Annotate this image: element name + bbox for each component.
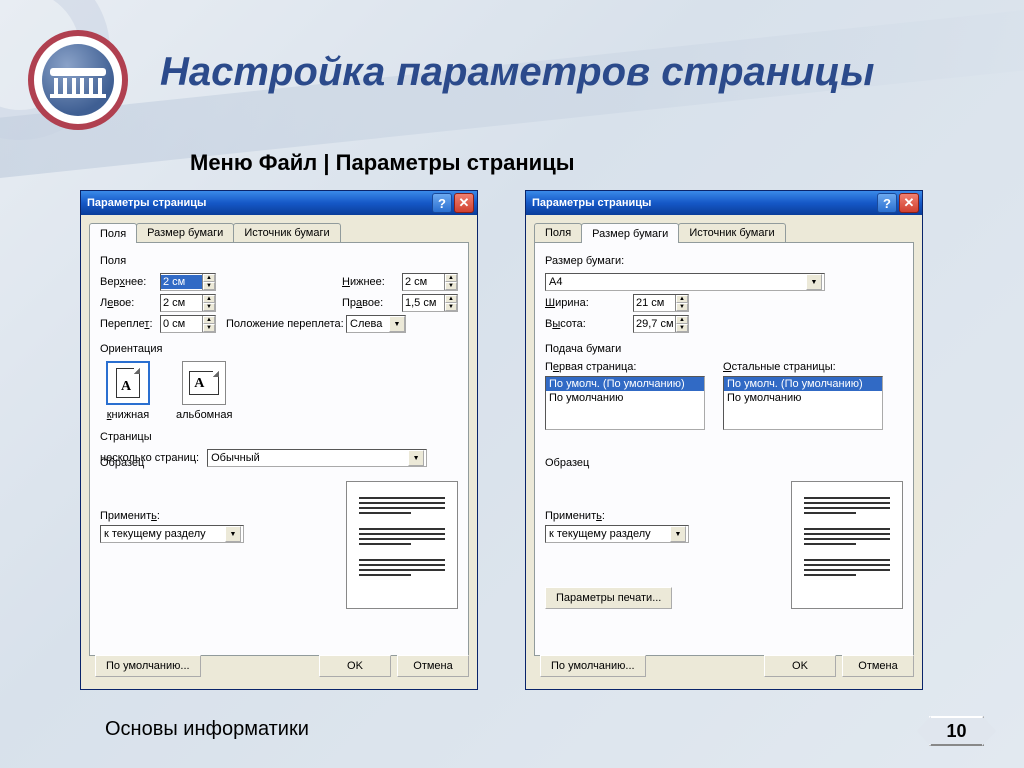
default-button[interactable]: По умолчанию... <box>540 655 646 677</box>
default-button[interactable]: По умолчанию... <box>95 655 201 677</box>
label-other-pages: Остальные страницы: <box>723 361 883 373</box>
input-margin-bottom[interactable]: ▲▼ <box>402 273 458 291</box>
list-item[interactable]: По умолчанию <box>546 391 704 405</box>
group-orientation-title: Ориентация <box>100 343 458 355</box>
chevron-down-icon: ▼ <box>670 526 686 542</box>
tab-paper-size[interactable]: Размер бумаги <box>581 223 679 243</box>
group-margins-title: Поля <box>100 255 458 267</box>
slide-title: Настройка параметров страницы <box>160 50 874 95</box>
group-feed-title: Подача бумаги <box>545 343 903 355</box>
tab-paper-size[interactable]: Размер бумаги <box>136 223 234 242</box>
input-margin-right[interactable]: ▲▼ <box>402 294 458 312</box>
close-icon[interactable]: ✕ <box>899 193 919 213</box>
label-first-page: Первая страница: <box>545 361 705 373</box>
combo-paper-size[interactable]: ▼ <box>545 273 825 291</box>
chevron-down-icon: ▼ <box>225 526 241 542</box>
label-left: Левое: <box>100 297 160 309</box>
label-bottom: Нижнее: <box>342 276 402 288</box>
page-preview <box>346 481 458 609</box>
list-other-pages[interactable]: По умолч. (По умолчанию) По умолчанию <box>723 376 883 430</box>
chevron-down-icon: ▼ <box>408 450 424 466</box>
orientation-landscape[interactable]: A альбомная <box>176 361 232 421</box>
label-apply: Применить: <box>100 510 244 522</box>
input-width[interactable]: ▲▼ <box>633 294 689 312</box>
group-sample-title: Образец <box>100 457 144 469</box>
cancel-button[interactable]: Отмена <box>842 655 914 677</box>
combo-apply-to[interactable]: ▼ <box>100 525 244 543</box>
titlebar[interactable]: Параметры страницы ? ✕ <box>81 191 477 215</box>
titlebar[interactable]: Параметры страницы ? ✕ <box>526 191 922 215</box>
list-item[interactable]: По умолч. (По умолчанию) <box>724 377 882 391</box>
tab-fields[interactable]: Поля <box>89 223 137 243</box>
list-item[interactable]: По умолч. (По умолчанию) <box>546 377 704 391</box>
input-height[interactable]: ▲▼ <box>633 315 689 333</box>
close-icon[interactable]: ✕ <box>454 193 474 213</box>
tab-paper-source[interactable]: Источник бумаги <box>233 223 340 242</box>
label-gutter-pos: Положение переплета: <box>226 318 346 330</box>
list-first-page[interactable]: По умолч. (По умолчанию) По умолчанию <box>545 376 705 430</box>
page-preview <box>791 481 903 609</box>
chevron-down-icon: ▼ <box>389 316 405 332</box>
input-margin-top[interactable]: ▲▼ <box>160 273 216 291</box>
ok-button[interactable]: OK <box>764 655 836 677</box>
label-right: Правое: <box>342 297 402 309</box>
label-gutter: Переплет: <box>100 318 160 330</box>
slide-footer: Основы информатики <box>105 718 309 741</box>
group-paper-size-title: Размер бумаги: <box>545 255 903 267</box>
university-logo <box>28 30 128 130</box>
label-apply: Применить: <box>545 510 689 522</box>
combo-apply-to[interactable]: ▼ <box>545 525 689 543</box>
window-title: Параметры страницы <box>532 197 875 209</box>
label-top: Верхнее: <box>100 276 160 288</box>
slide-page-number: 10 <box>929 716 984 746</box>
input-gutter[interactable]: ▲▼ <box>160 315 216 333</box>
chevron-down-icon: ▼ <box>203 282 215 290</box>
list-item[interactable]: По умолчанию <box>724 391 882 405</box>
chevron-up-icon: ▲ <box>203 274 215 282</box>
help-icon[interactable]: ? <box>877 193 897 213</box>
input-margin-left[interactable]: ▲▼ <box>160 294 216 312</box>
portrait-label: книжная <box>107 409 150 421</box>
slide-subtitle: Меню Файл | Параметры страницы <box>190 150 575 176</box>
tab-paper-source[interactable]: Источник бумаги <box>678 223 785 242</box>
page-setup-dialog-paper: Параметры страницы ? ✕ Поля Размер бумаг… <box>525 190 923 690</box>
help-icon[interactable]: ? <box>432 193 452 213</box>
ok-button[interactable]: OK <box>319 655 391 677</box>
landscape-label: альбомная <box>176 409 232 421</box>
combo-gutter-position[interactable]: ▼ <box>346 315 406 333</box>
label-height: Высота: <box>545 318 633 330</box>
window-title: Параметры страницы <box>87 197 430 209</box>
tab-fields[interactable]: Поля <box>534 223 582 242</box>
group-sample-title: Образец <box>545 457 589 469</box>
combo-multi-pages[interactable]: ▼ <box>207 449 427 467</box>
group-pages-title: Страницы <box>100 431 458 443</box>
cancel-button[interactable]: Отмена <box>397 655 469 677</box>
label-width: Ширина: <box>545 297 633 309</box>
page-setup-dialog-fields: Параметры страницы ? ✕ Поля Размер бумаг… <box>80 190 478 690</box>
print-options-button[interactable]: Параметры печати... <box>545 587 672 609</box>
chevron-down-icon: ▼ <box>806 274 822 290</box>
orientation-portrait[interactable]: A книжная <box>106 361 150 421</box>
